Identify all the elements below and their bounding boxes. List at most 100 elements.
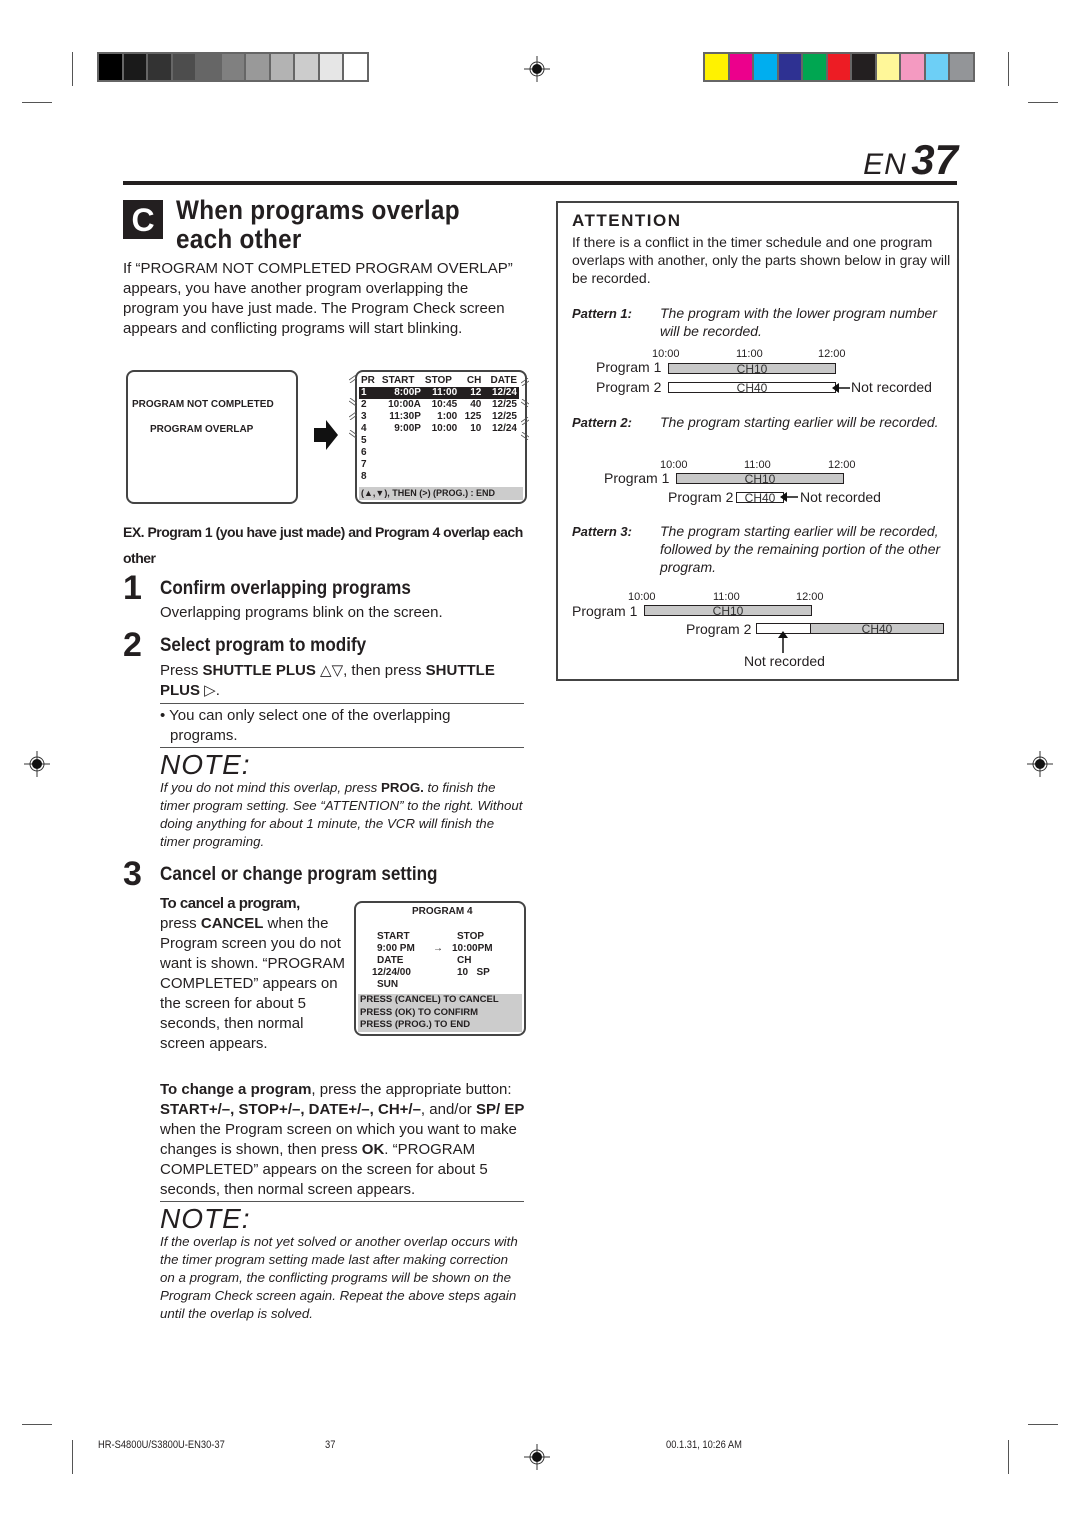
table-row[interactable]: 6 — [359, 447, 519, 459]
divider — [160, 1201, 524, 1202]
blink-mark-icon — [521, 432, 529, 440]
blink-mark-icon — [349, 430, 357, 438]
registration-mark-icon — [524, 56, 550, 82]
color-swatch-bar — [703, 52, 975, 82]
color-swatch — [197, 54, 220, 80]
step-number: 1 — [123, 569, 142, 607]
color-swatch — [270, 54, 293, 80]
footer-timestamp: 00.1.31, 10:26 AM — [666, 1439, 742, 1451]
time-tick: 10:00 — [628, 591, 656, 603]
footer-model: HR-S4800U/S3800U-EN30-37 — [98, 1439, 225, 1451]
crop-mark — [1028, 1424, 1058, 1425]
attention-text: If there is a conflict in the timer sche… — [572, 234, 951, 286]
color-swatch — [221, 54, 244, 80]
table-row[interactable]: 3 11:30P 1:00 125 12/25 — [359, 411, 519, 423]
table-row[interactable]: 4 9:00P 10:00 10 12/24 — [359, 423, 519, 435]
color-swatch — [803, 54, 826, 80]
program-label: Program 1 — [572, 603, 638, 619]
color-swatch — [876, 54, 899, 80]
note-text: If you do not mind this overlap, press P… — [160, 780, 523, 849]
header-rule — [123, 181, 957, 185]
table-row[interactable]: 2 10:00A 10:45 40 12/25 — [359, 399, 519, 411]
color-swatch — [925, 54, 948, 80]
color-swatch — [295, 54, 318, 80]
blink-mark-icon — [349, 398, 357, 406]
color-swatch — [148, 54, 171, 80]
blink-mark-icon — [349, 412, 357, 420]
program-4-screen: PROGRAM 4 START STOP 9:00 PM → 10:00PM D… — [354, 901, 526, 1036]
arrow-right-icon — [314, 420, 338, 450]
crop-mark — [1008, 1440, 1009, 1474]
footer-page: 37 — [325, 1439, 336, 1451]
timeline-bar-recorded: CH10 — [644, 605, 812, 617]
gray-swatch-bar — [97, 52, 369, 82]
time-tick: 11:00 — [736, 348, 763, 360]
time-tick: 12:00 — [796, 591, 824, 603]
key-label: START+/–, STOP+/–, DATE+/–, CH+/– — [160, 1101, 421, 1118]
step-number: 3 — [123, 855, 142, 893]
pattern-text: The program starting earlier will be rec… — [660, 414, 939, 430]
attention-heading: ATTENTION — [572, 211, 682, 230]
section-title: When programs overlap each other — [176, 195, 460, 254]
program-label: Program 2 — [596, 379, 662, 395]
program-label: Program 2 — [668, 489, 734, 505]
time-tick: 12:00 — [818, 348, 846, 360]
overlap-warning-screen: PROGRAM NOT COMPLETED PROGRAM OVERLAP — [126, 370, 298, 504]
change-instructions: To change a program, press the appropria… — [160, 1081, 525, 1198]
example-caption: EX. Program 1 (you have just made) and P… — [123, 524, 523, 566]
table-row[interactable]: 5 — [359, 435, 519, 447]
color-swatch — [344, 54, 367, 80]
program-label: Program 1 — [596, 359, 662, 375]
program-check-table: PR START STOP CH DATE 1 8:00P 11:00 12 12/24… — [359, 375, 519, 483]
color-swatch — [754, 54, 777, 80]
step-title: Select program to modify — [160, 635, 367, 656]
crop-mark — [22, 102, 52, 103]
arrow-up-icon — [778, 631, 788, 653]
divider — [160, 703, 524, 704]
time-tick: 11:00 — [713, 591, 740, 603]
timeline-bar-not-recorded: CH40 — [668, 382, 836, 394]
crop-mark — [72, 1440, 73, 1474]
table-row[interactable]: 8 — [359, 471, 519, 483]
intro-text: If “PROGRAM NOT COMPLETED PROGRAM OVERLA… — [123, 260, 513, 337]
table-row[interactable]: 7 — [359, 459, 519, 471]
note-heading: NOTE: — [160, 749, 251, 780]
pattern-text: The program with the lower program numbe… — [660, 305, 938, 339]
step-title: Confirm overlapping programs — [160, 578, 411, 599]
step-text: Press SHUTTLE PLUS △▽, then press SHUTTL… — [160, 662, 495, 699]
blink-mark-icon — [521, 378, 529, 386]
arrow-icon: → — [433, 943, 443, 954]
screen-footer-options: PRESS (CANCEL) TO CANCEL PRESS (OK) TO C… — [358, 994, 522, 1032]
color-swatch — [852, 54, 875, 80]
table-header-row: PR START STOP CH DATE — [361, 375, 517, 386]
key-label: SHUTTLE PLUS — [202, 662, 316, 679]
not-recorded-label: Not recorded — [744, 653, 825, 669]
crop-mark — [1028, 102, 1058, 103]
color-swatch — [729, 54, 752, 80]
blink-mark-icon — [349, 375, 357, 383]
arrow-left-icon — [832, 383, 850, 393]
pattern-label: Pattern 3: — [572, 524, 632, 539]
table-row[interactable]: 1 8:00P 11:00 12 12/24 — [359, 387, 519, 399]
program-label: Program 1 — [604, 470, 670, 486]
color-swatch — [99, 54, 122, 80]
timeline-bar-recorded: CH10 — [668, 363, 836, 375]
step-title: Cancel or change program setting — [160, 864, 438, 885]
crop-mark — [72, 52, 73, 86]
color-swatch — [123, 54, 146, 80]
crop-mark — [22, 1424, 52, 1425]
key-label: PROG. — [381, 780, 424, 795]
color-swatch — [319, 54, 342, 80]
key-label: OK — [361, 1141, 385, 1158]
key-label: CANCEL — [200, 915, 264, 932]
crop-mark — [1008, 52, 1009, 86]
time-tick: 12:00 — [828, 459, 856, 471]
screen-footer-hint: (▲,▼), THEN (>) (PROG.) : END — [359, 487, 523, 500]
timeline-bar-not-recorded: CH40 — [736, 492, 784, 504]
step-text: Overlapping programs blink on the screen… — [160, 604, 443, 621]
color-swatch — [705, 54, 728, 80]
page-number: EN 37 — [863, 136, 958, 183]
timeline-bar-recorded: CH40 — [810, 623, 944, 635]
step-number: 2 — [123, 626, 142, 664]
program-label: Program 2 — [686, 621, 752, 637]
